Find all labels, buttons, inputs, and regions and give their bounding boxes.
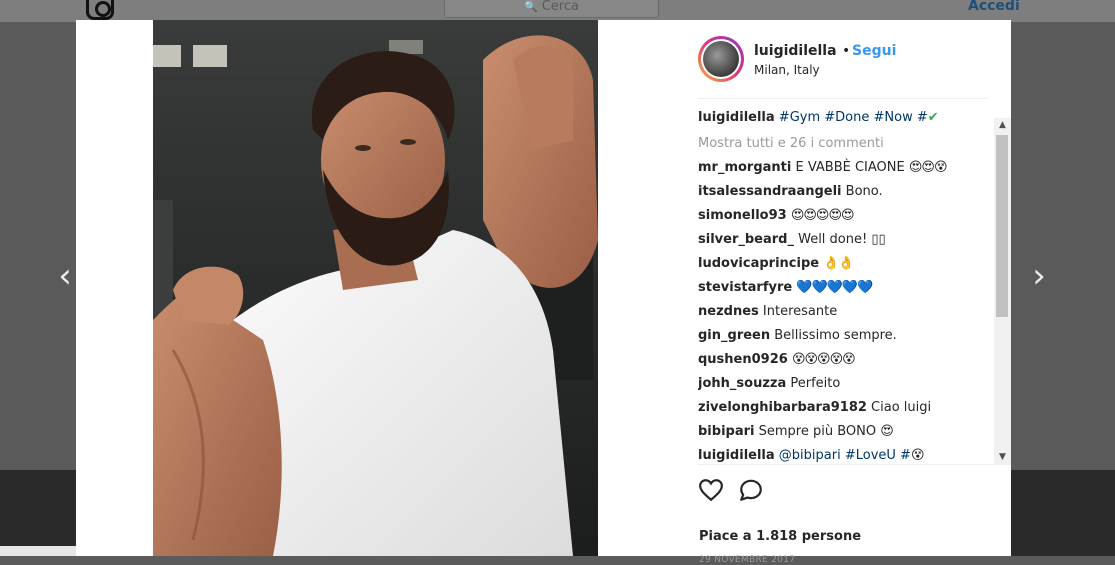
comment-item: nezdnes Interesante [698, 304, 837, 328]
comment-item: itsalessandraangeli Bono. [698, 184, 883, 208]
comment-item: johh_souzza Perfeito [698, 376, 840, 400]
comment-username[interactable]: luigidilella [698, 448, 775, 463]
follow-button[interactable]: Segui [852, 43, 896, 59]
avatar-photo [703, 41, 739, 77]
comment-emoji: 👌👌 [823, 256, 854, 271]
caption-username[interactable]: luigidilella [698, 110, 775, 125]
comment-username[interactable]: silver_beard_ [698, 232, 794, 247]
post-date: 29 NOVEMBRE 2017 [699, 555, 796, 565]
comment-username[interactable]: bibipari [698, 424, 754, 439]
hashtag-prefix: # [916, 110, 928, 125]
scroll-up-arrow-icon[interactable]: ▲ [994, 118, 1011, 132]
post-username[interactable]: luigidilella [754, 43, 837, 59]
comment-text[interactable]: @bibipari #LoveU # [779, 448, 911, 463]
comment-username[interactable]: qushen0926 [698, 352, 788, 367]
comment-text: Perfeito [790, 376, 841, 391]
comment-username[interactable]: itsalessandraangeli [698, 184, 842, 199]
comment-username[interactable]: ludovicaprincipe [698, 256, 819, 271]
chevron-right-icon[interactable]: › [1024, 258, 1054, 294]
comment-username[interactable]: mr_morganti [698, 160, 791, 175]
comment-username[interactable]: simonello93 [698, 208, 787, 223]
comment-text: Bono. [845, 184, 883, 199]
comment-item: simonello93 😍😍😍😍😍 [698, 208, 855, 232]
post-location[interactable]: Milan, Italy [754, 63, 820, 77]
comment-item: zivelonghibarbara9182 Ciao luigi [698, 400, 931, 424]
comment-item: luigidilella @bibipari #LoveU #😵 [698, 448, 924, 464]
background-topbar: 🔍 Cerca Accedi [0, 0, 1115, 22]
show-all-comments-link[interactable]: Mostra tutti e 26 i commenti [698, 136, 884, 160]
post-actions: Piace a 1.818 persone 29 NOVEMBRE 2017 [698, 464, 1011, 565]
comments-list[interactable]: luigidilella #Gym #Done #Now #✔ Mostra t… [698, 98, 1011, 464]
login-link[interactable]: Accedi [968, 0, 1020, 14]
comment-text: Ciao luigi [871, 400, 932, 415]
hashtag-done[interactable]: #Done [824, 110, 869, 125]
comment-text: E VABBÈ CIAONE [795, 160, 905, 175]
search-input[interactable]: 🔍 Cerca [444, 0, 659, 18]
comment-item: stevistarfyre 💙💙💙💙💙 [698, 280, 873, 304]
comment-item: gin_green Bellissimo sempre. [698, 328, 897, 352]
search-placeholder: Cerca [541, 0, 579, 14]
comment-text: Bellissimo sempre. [774, 328, 897, 343]
comment-item: bibipari Sempre più BONO 😍 [698, 424, 894, 448]
comment-item: qushen0926 😵😵😵😵😵 [698, 352, 856, 376]
hashtag-check[interactable]: #✔ [917, 110, 939, 125]
post-photo[interactable] [153, 20, 598, 556]
comment-item: ludovicaprincipe 👌👌 [698, 256, 855, 280]
caption: luigidilella #Gym #Done #Now #✔ [698, 110, 939, 134]
search-icon: 🔍 [524, 0, 538, 13]
scrollbar-thumb[interactable] [996, 135, 1008, 317]
comment-bubble-icon[interactable] [738, 477, 764, 503]
hashtag-gym[interactable]: #Gym [779, 110, 820, 125]
scroll-down-arrow-icon[interactable]: ▼ [994, 450, 1011, 464]
comment-username[interactable]: gin_green [698, 328, 770, 343]
checkmark-icon: ✔ [927, 110, 939, 125]
comment-emoji: 😵😵😵😵😵 [791, 352, 856, 367]
comment-emoji: 😍😍😍😍😍 [790, 208, 855, 223]
comment-text: Interesante [762, 304, 838, 319]
comment-emoji: 😍😍😵 [908, 160, 948, 175]
comment-text: Well done! ▯▯ [798, 232, 886, 247]
instagram-logo-icon[interactable] [86, 0, 114, 20]
comment-username[interactable]: zivelonghibarbara9182 [698, 400, 867, 415]
comments-scrollbar[interactable]: ▲ ▼ [994, 118, 1011, 464]
post-photo-image [153, 20, 598, 556]
hashtag-now[interactable]: #Now [874, 110, 913, 125]
post-modal: luigidilella • Segui Milan, Italy luigid… [76, 20, 1011, 565]
comment-emoji: 😵 [910, 448, 925, 463]
comment-item: silver_beard_ Well done! ▯▯ [698, 232, 886, 256]
comment-username[interactable]: nezdnes [698, 304, 759, 319]
post-header: luigidilella • Segui Milan, Italy [698, 20, 988, 99]
heart-icon[interactable] [698, 477, 724, 503]
post-side-panel: luigidilella • Segui Milan, Italy luigid… [698, 20, 1011, 565]
separator-dot: • [842, 43, 851, 59]
comment-username[interactable]: stevistarfyre [698, 280, 792, 295]
comment-text: Sempre più BONO [758, 424, 877, 439]
avatar-ring [701, 39, 741, 79]
comment-item: mr_morganti E VABBÈ CIAONE 😍😍😵 [698, 160, 948, 184]
comment-emoji: 😍 [880, 424, 894, 439]
comment-username[interactable]: johh_souzza [698, 376, 786, 391]
likes-count[interactable]: Piace a 1.818 persone [699, 529, 861, 544]
avatar[interactable] [698, 36, 744, 82]
comment-emoji: 💙💙💙💙💙 [796, 280, 873, 295]
